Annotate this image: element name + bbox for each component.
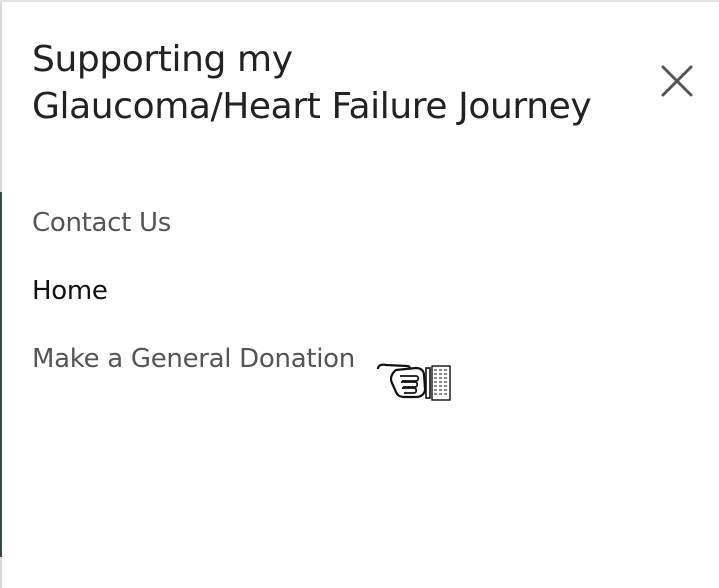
nav-item-make-a-general-donation[interactable]: Make a General Donation (32, 338, 355, 406)
nav-item-label: Contact Us (32, 208, 171, 238)
menu-overlay: Supporting my Glaucoma/Heart Failure Jou… (0, 0, 719, 588)
nav-item-contact-us[interactable]: Contact Us (32, 202, 355, 270)
nav-item-label: Make a General Donation (32, 344, 355, 374)
site-title: Supporting my Glaucoma/Heart Failure Jou… (32, 39, 592, 127)
navigation-panel: Supporting my Glaucoma/Heart Failure Jou… (2, 2, 719, 588)
close-button[interactable] (656, 60, 698, 102)
close-icon (656, 60, 698, 102)
nav-item-home[interactable]: Home (32, 270, 355, 338)
nav-menu: Contact Us Home Make a General Donation (32, 202, 355, 406)
nav-item-label: Home (32, 276, 108, 306)
